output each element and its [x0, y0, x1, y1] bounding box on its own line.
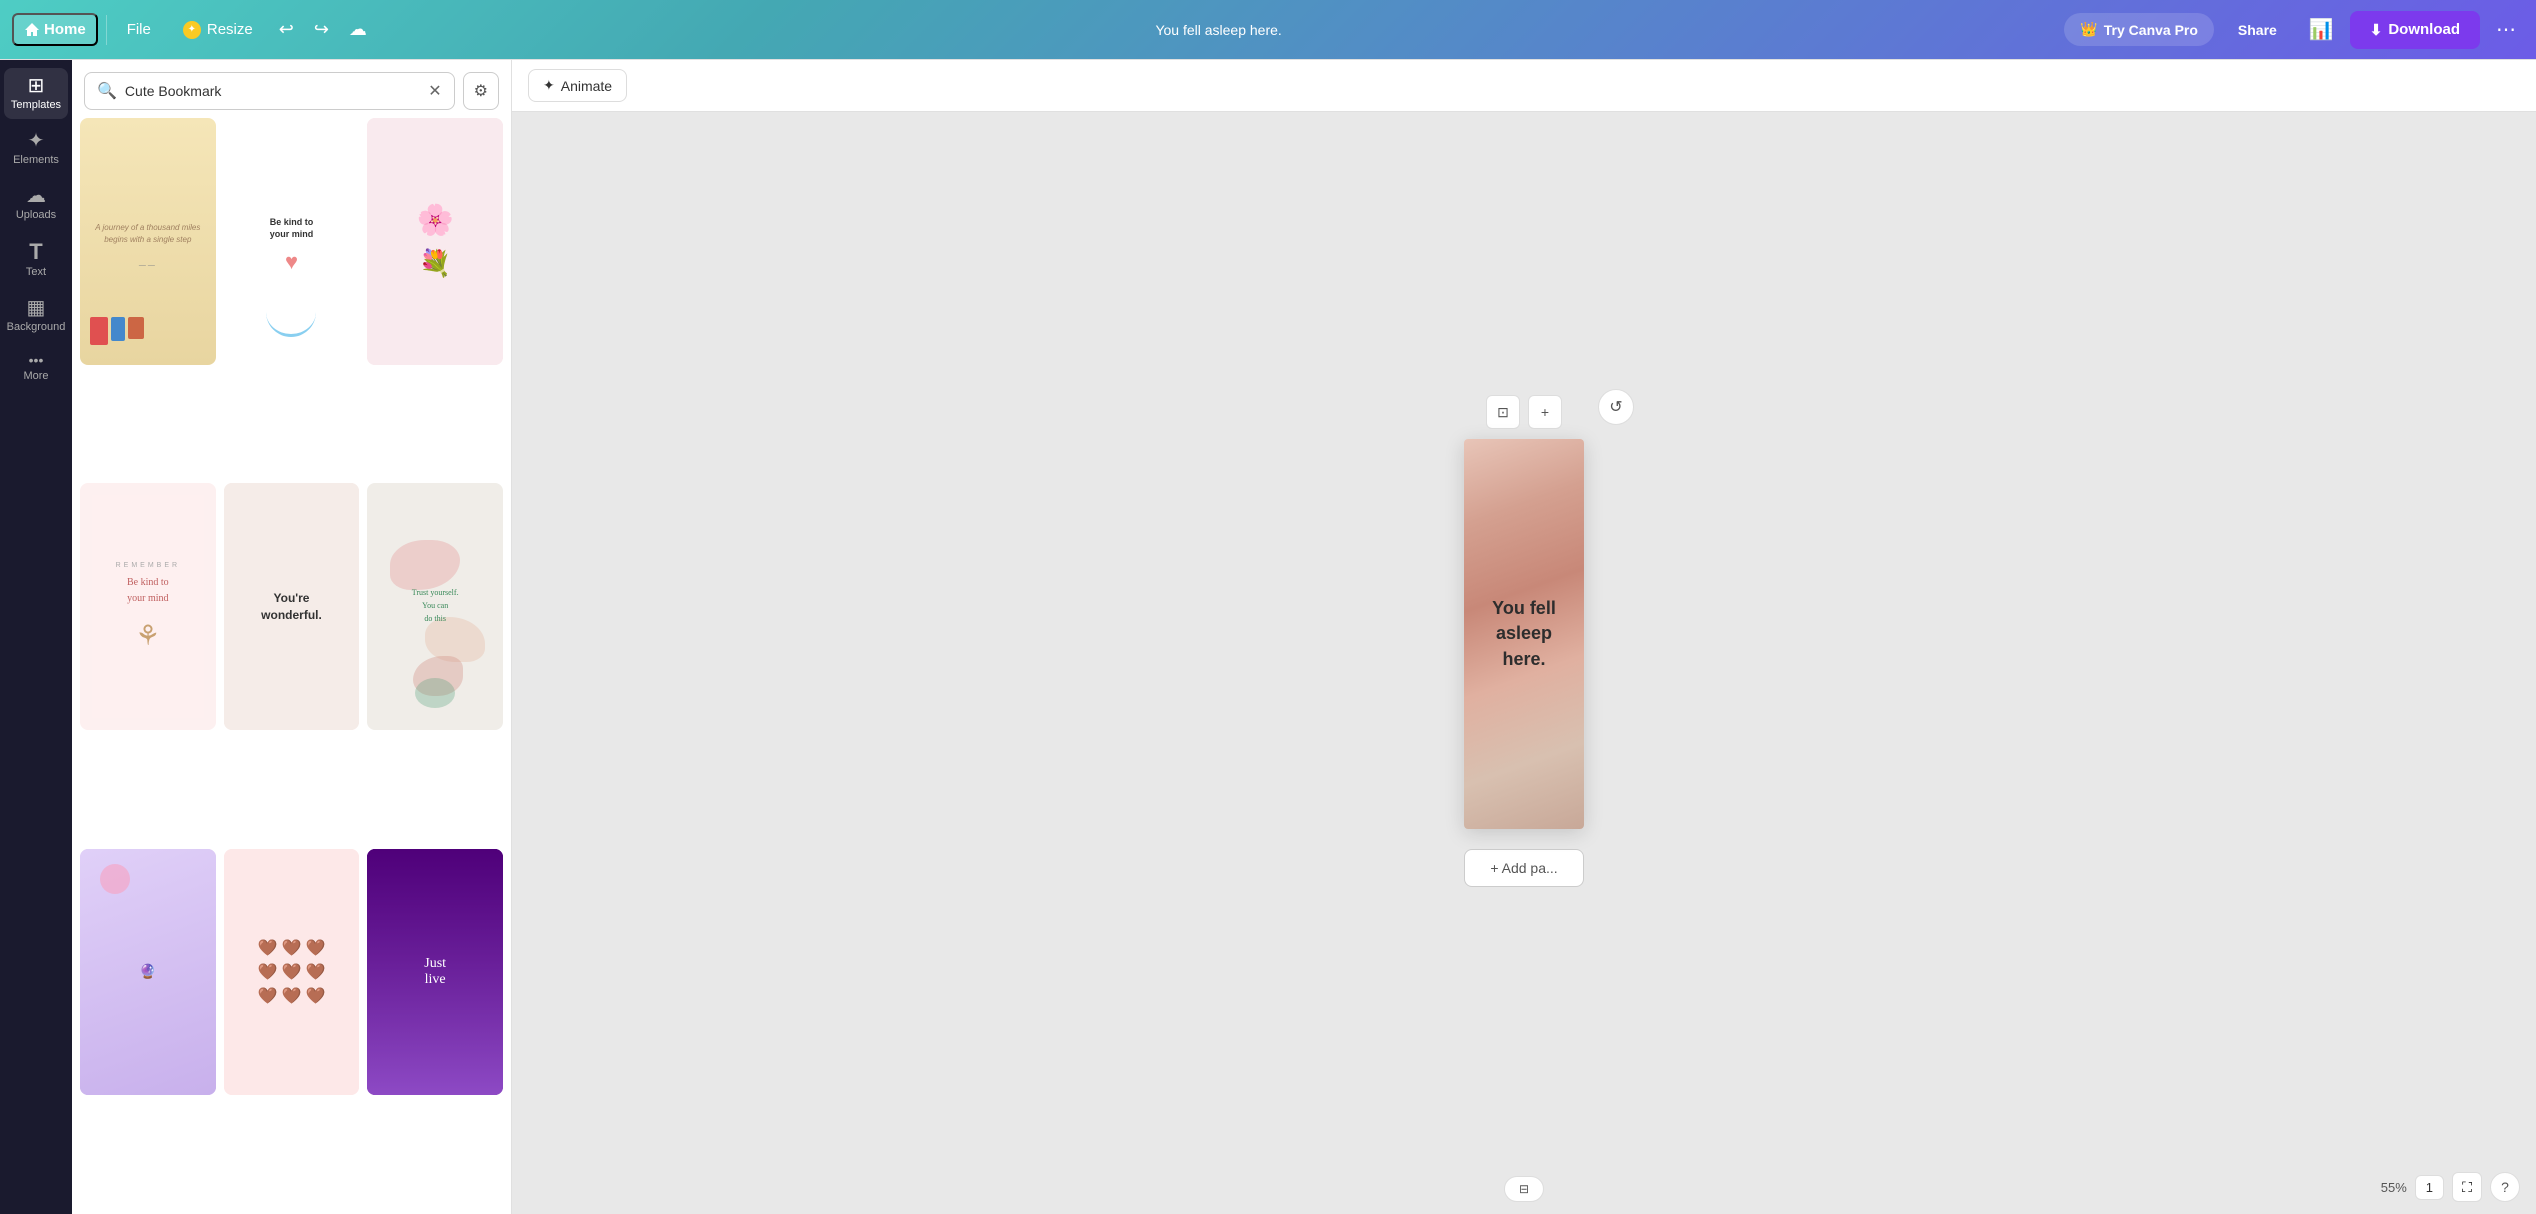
- canvas-content: ⊡ + ↺ You fell asleep here. + Add pa...: [512, 112, 2536, 1214]
- animate-label: Animate: [561, 78, 612, 94]
- sidebar-item-text[interactable]: T Text: [4, 233, 68, 286]
- sidebar-item-elements-label: Elements: [13, 154, 59, 166]
- undo-button[interactable]: ↩: [273, 13, 300, 46]
- heart-item: 🤎: [305, 986, 325, 1006]
- search-icon: 🔍: [97, 81, 117, 101]
- sidebar-item-more-label: More: [23, 370, 48, 382]
- home-label: Home: [44, 21, 86, 38]
- redo-button[interactable]: ↪: [308, 13, 335, 46]
- help-icon: ?: [2501, 1179, 2509, 1195]
- search-bar: 🔍 ✕ ⚙: [72, 60, 511, 118]
- help-button[interactable]: ?: [2490, 1172, 2520, 1202]
- sidebar-item-elements[interactable]: ✦ Elements: [4, 123, 68, 174]
- templates-icon: ⊞: [28, 76, 45, 96]
- bookmark-wrapper: ⊡ + ↺ You fell asleep here.: [1464, 439, 1584, 829]
- background-icon: ▦: [27, 298, 46, 318]
- template-card[interactable]: REMEMBER Be kind toyour mind ⚘: [80, 483, 216, 730]
- resize-coin-icon: ✦: [183, 21, 201, 39]
- canvas-work-area: ⊡ + ↺ You fell asleep here. + Add pa...: [1464, 439, 1584, 887]
- heart-item: 🤎: [258, 962, 278, 982]
- template-card[interactable]: Justlive: [367, 849, 503, 1096]
- page-indicator[interactable]: 1: [2415, 1175, 2444, 1200]
- animate-icon: ✦: [543, 77, 555, 94]
- canvas-toolbar: ✦ Animate: [512, 60, 2536, 112]
- text-icon: T: [29, 241, 42, 263]
- fullscreen-button[interactable]: ⛶: [2452, 1172, 2482, 1202]
- heart-item: 🤎: [282, 938, 302, 958]
- bookmark-design[interactable]: You fell asleep here.: [1464, 439, 1584, 829]
- top-navigation: Home File ✦ Resize ↩ ↪ ☁ You fell asleep…: [0, 0, 2536, 60]
- bookmark-add-button[interactable]: +: [1528, 395, 1562, 429]
- search-clear-button[interactable]: ✕: [428, 81, 441, 101]
- sidebar-item-background-label: Background: [7, 321, 66, 333]
- show-pages-icon: ⊟: [1519, 1182, 1529, 1196]
- animate-button[interactable]: ✦ Animate: [528, 69, 627, 102]
- share-button[interactable]: Share: [2222, 14, 2293, 46]
- fullscreen-icon: ⛶: [2462, 1179, 2472, 1196]
- bookmark-text: You fell asleep here.: [1464, 580, 1584, 688]
- elements-icon: ✦: [28, 131, 45, 151]
- remember-text: REMEMBER: [116, 562, 180, 569]
- more-icon: •••: [29, 353, 44, 367]
- zoom-level: 55%: [2381, 1180, 2407, 1195]
- canvas-footer: 55% 1 ⛶ ?: [2381, 1172, 2520, 1202]
- sidebar-item-text-label: Text: [26, 266, 46, 278]
- resize-button[interactable]: ✦ Resize: [171, 15, 265, 45]
- bookmark-floating-toolbar: ⊡ +: [1486, 395, 1562, 429]
- template-card[interactable]: You'rewonderful.: [224, 483, 360, 730]
- stats-button[interactable]: 📊: [2301, 11, 2342, 48]
- heart-item: 🤎: [282, 962, 302, 982]
- templates-panel: 🔍 ✕ ⚙ A journey of a thousand miles begi…: [72, 60, 512, 1214]
- heart-item: 🤎: [305, 938, 325, 958]
- download-label: Download: [2388, 21, 2460, 38]
- more-options-button[interactable]: ⋯: [2488, 11, 2524, 48]
- document-title: You fell asleep here.: [381, 22, 2056, 38]
- uploads-icon: ☁: [26, 186, 46, 206]
- heart-item: 🤎: [258, 938, 278, 958]
- sidebar-item-more[interactable]: ••• More: [4, 345, 68, 390]
- show-pages-button[interactable]: ⊟: [1504, 1176, 1544, 1202]
- template-card[interactable]: Trust yourself.You cando this: [367, 483, 503, 730]
- filter-button[interactable]: ⚙: [463, 72, 499, 110]
- heart-item: 🤎: [282, 986, 302, 1006]
- bookmark-refresh-button[interactable]: ↺: [1598, 389, 1634, 425]
- sidebar-icons: ⊞ Templates ✦ Elements ☁ Uploads T Text …: [0, 60, 72, 1214]
- download-icon: ⬇: [2370, 21, 2383, 39]
- template-card[interactable]: 🌸 💐: [367, 118, 503, 365]
- sidebar-item-background[interactable]: ▦ Background: [4, 290, 68, 341]
- heart-item: 🤎: [305, 962, 325, 982]
- sidebar-item-uploads[interactable]: ☁ Uploads: [4, 178, 68, 229]
- page-number: 1: [2426, 1180, 2433, 1195]
- add-page-button[interactable]: + Add pa...: [1464, 849, 1584, 887]
- resize-label: Resize: [207, 21, 253, 38]
- bookmark-frame-button[interactable]: ⊡: [1486, 395, 1520, 429]
- sidebar-item-uploads-label: Uploads: [16, 209, 56, 221]
- crown-icon: 👑: [2080, 21, 2097, 38]
- template-card[interactable]: A journey of a thousand miles begins wit…: [80, 118, 216, 365]
- filter-icon: ⚙: [474, 81, 488, 101]
- cloud-save-button[interactable]: ☁: [343, 13, 373, 46]
- heart-item: 🤎: [258, 986, 278, 1006]
- hearts-grid: 🤎 🤎 🤎 🤎 🤎 🤎 🤎 🤎 🤎: [246, 926, 338, 1018]
- file-button[interactable]: File: [115, 15, 163, 44]
- try-pro-button[interactable]: 👑 Try Canva Pro: [2064, 13, 2214, 46]
- sidebar-item-templates[interactable]: ⊞ Templates: [4, 68, 68, 119]
- main-layout: ⊞ Templates ✦ Elements ☁ Uploads T Text …: [0, 60, 2536, 1214]
- nav-separator: [106, 15, 107, 45]
- template-card[interactable]: 🔮: [80, 849, 216, 1096]
- try-pro-label: Try Canva Pro: [2104, 22, 2198, 38]
- download-button[interactable]: ⬇ Download: [2350, 11, 2480, 49]
- template-card[interactable]: Be kind toyour mind ♥: [224, 118, 360, 365]
- home-button[interactable]: Home: [12, 13, 98, 46]
- template-card[interactable]: 🤎 🤎 🤎 🤎 🤎 🤎 🤎 🤎 🤎: [224, 849, 360, 1096]
- sidebar-item-templates-label: Templates: [11, 99, 61, 111]
- search-input[interactable]: [125, 83, 420, 99]
- templates-grid: A journey of a thousand miles begins wit…: [72, 118, 511, 1214]
- search-input-wrap: 🔍 ✕: [84, 72, 455, 110]
- canvas-area: ✦ Animate ⊡ + ↺ You fell asleep here.: [512, 60, 2536, 1214]
